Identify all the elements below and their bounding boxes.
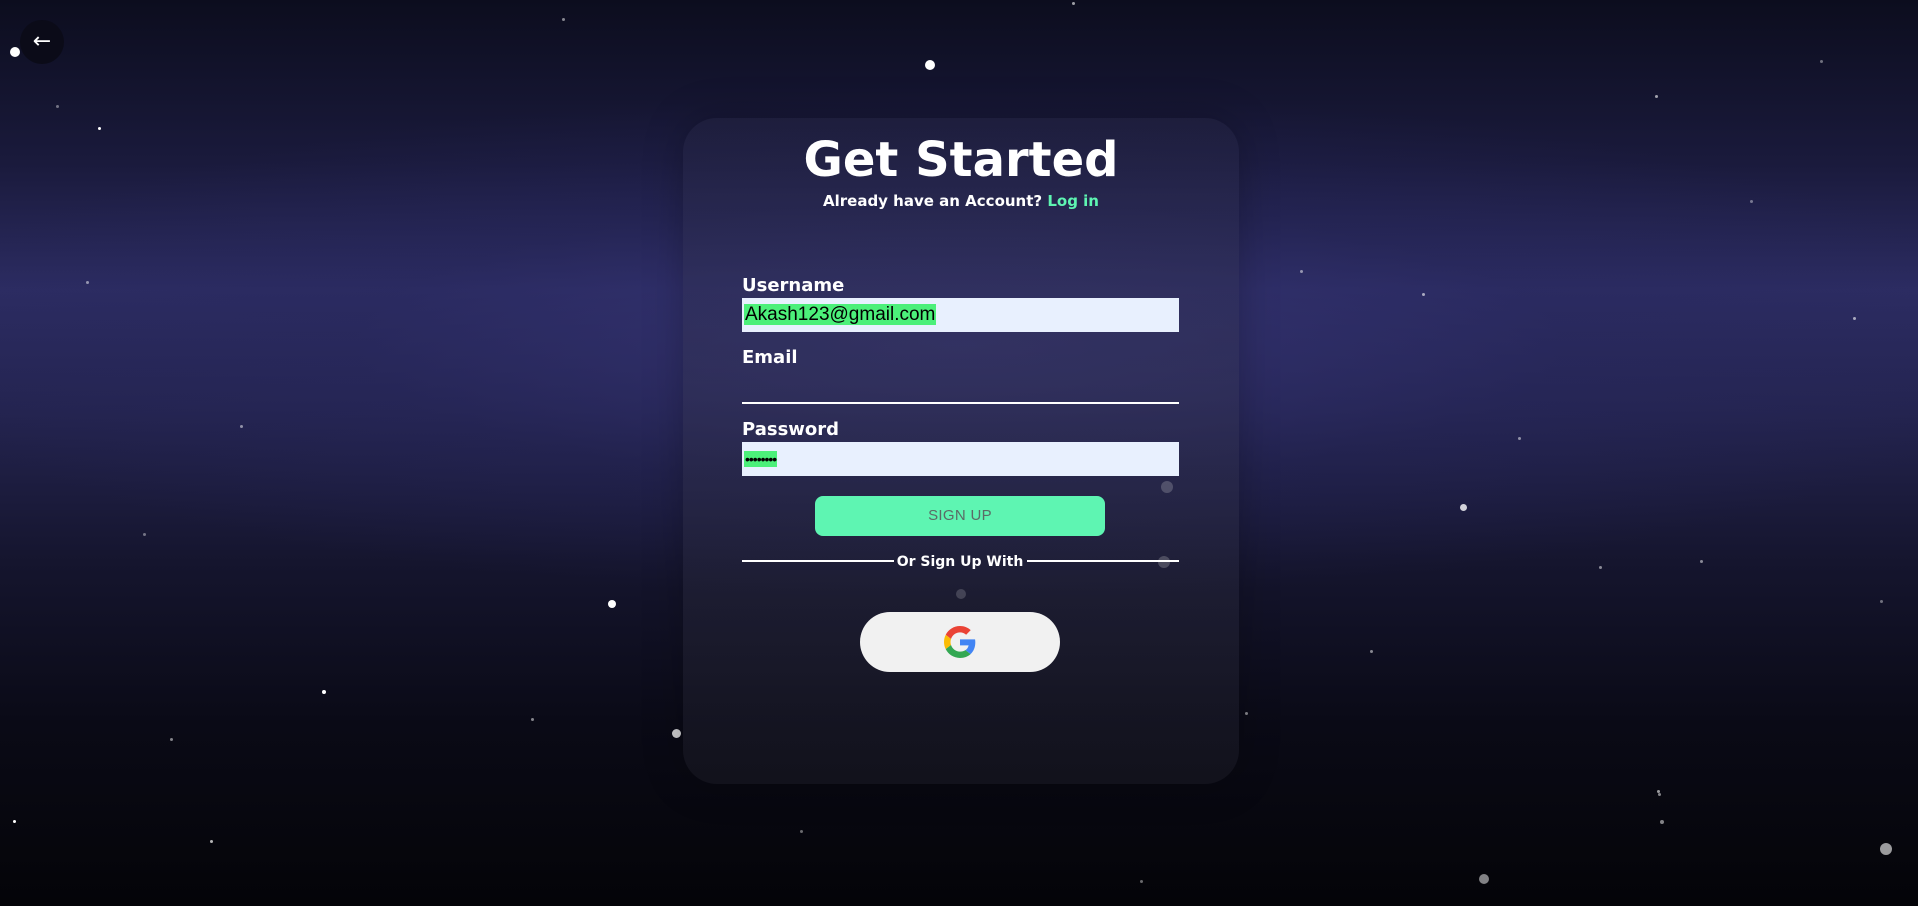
star	[1880, 600, 1883, 603]
star	[672, 729, 681, 738]
star	[322, 690, 326, 694]
star	[1422, 293, 1425, 296]
star	[13, 820, 16, 823]
password-label: Password	[742, 419, 840, 440]
password-value: ••••••••	[744, 451, 777, 467]
username-value: Akash123@gmail.com	[744, 304, 937, 325]
star	[1599, 566, 1602, 569]
back-button[interactable]: ←	[20, 20, 64, 64]
star	[170, 738, 173, 741]
username-label: Username	[742, 275, 845, 296]
star	[143, 533, 146, 536]
divider-line-left	[742, 560, 894, 562]
star	[925, 60, 935, 70]
page-title: Get Started	[803, 132, 1119, 188]
star	[1880, 843, 1892, 855]
star	[1300, 270, 1303, 273]
star	[1518, 437, 1521, 440]
email-label: Email	[742, 347, 798, 368]
star	[1700, 560, 1703, 563]
star	[1460, 504, 1467, 511]
star	[240, 425, 243, 428]
star	[1658, 793, 1661, 796]
star	[210, 840, 213, 843]
star	[1479, 874, 1489, 884]
star	[56, 105, 59, 108]
username-input[interactable]: Akash123@gmail.com	[742, 298, 1179, 332]
divider-line-right	[1027, 560, 1179, 562]
password-input[interactable]: ••••••••	[742, 442, 1179, 476]
divider-text: Or Sign Up With	[896, 554, 1024, 570]
star	[86, 281, 89, 284]
star	[10, 47, 20, 57]
login-prompt: Already have an Account? Log in	[683, 190, 1239, 212]
login-link[interactable]: Log in	[1047, 192, 1099, 210]
arrow-left-icon: ←	[32, 29, 52, 54]
star	[1072, 2, 1075, 5]
star	[800, 830, 803, 833]
signup-button[interactable]: SIGN UP	[815, 496, 1105, 536]
star	[531, 718, 534, 721]
star	[98, 127, 101, 130]
star	[1370, 650, 1373, 653]
star	[562, 18, 565, 21]
star	[1655, 95, 1658, 98]
email-input[interactable]	[742, 370, 1179, 404]
star	[1853, 317, 1856, 320]
google-signup-button[interactable]	[860, 612, 1060, 672]
star	[1245, 712, 1248, 715]
star	[1820, 60, 1823, 63]
star	[1140, 880, 1143, 883]
google-icon	[944, 626, 976, 658]
star	[1750, 200, 1753, 203]
login-prompt-text: Already have an Account?	[823, 192, 1043, 210]
star	[608, 600, 616, 608]
star	[1660, 820, 1664, 824]
